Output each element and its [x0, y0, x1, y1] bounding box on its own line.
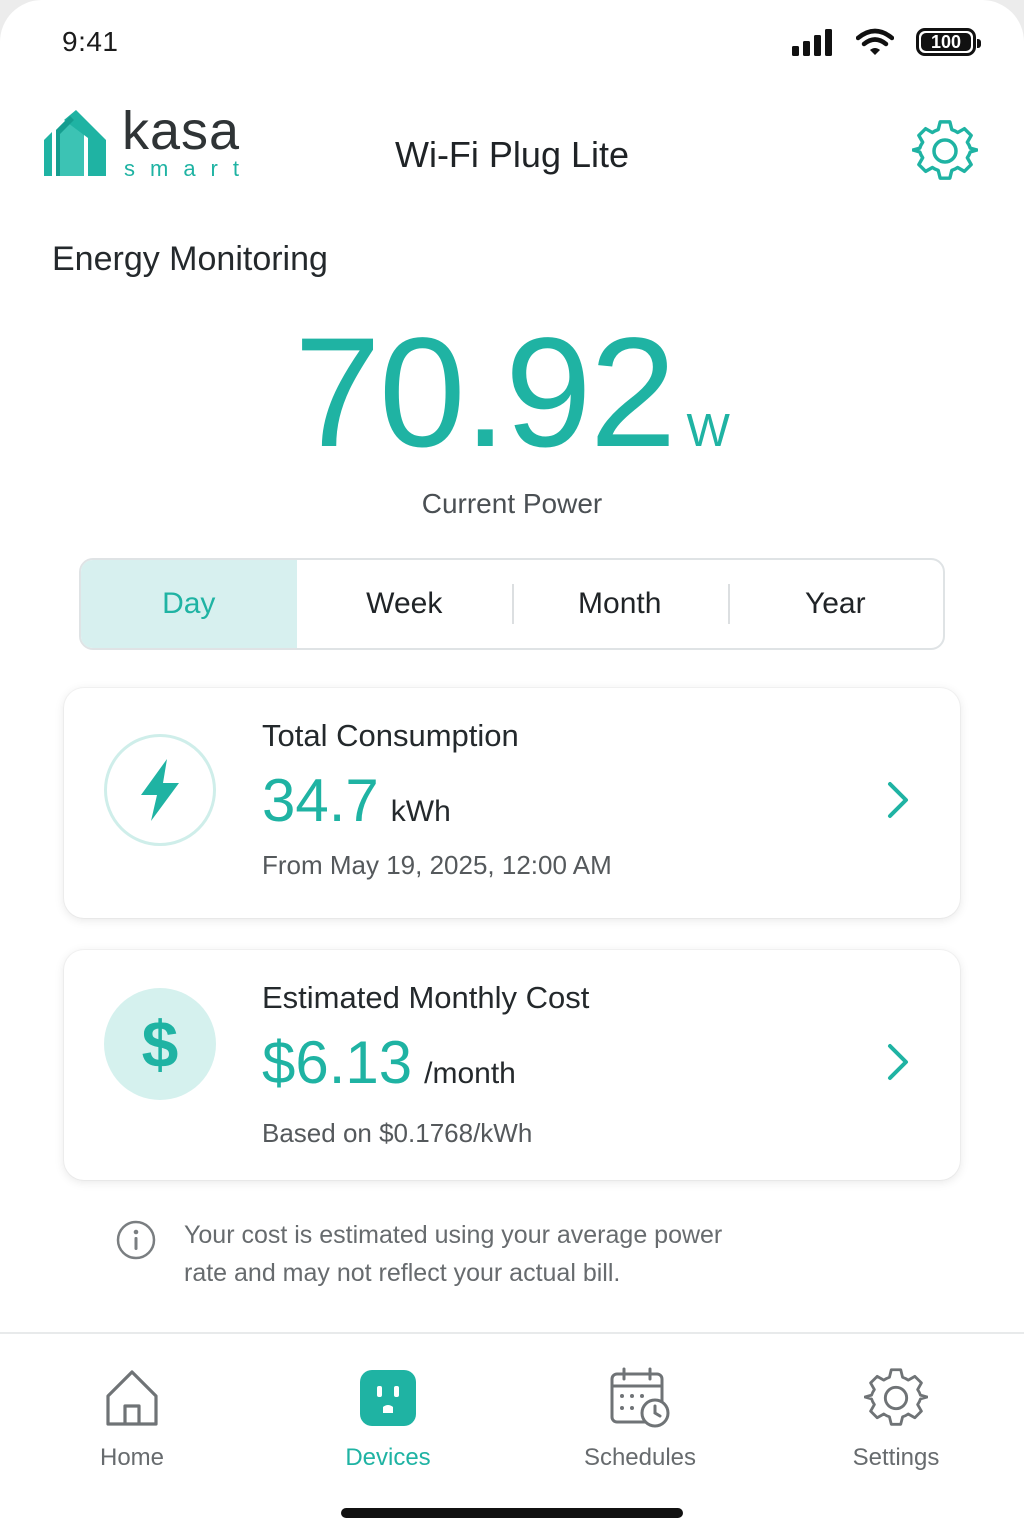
consumption-body: Total Consumption 34.7 kWh From May 19, …	[262, 718, 612, 881]
consumption-since: From May 19, 2025, 12:00 AM	[262, 850, 612, 880]
period-selector: Day Week Month Year	[79, 558, 945, 650]
power-value: 70.92	[294, 306, 676, 480]
calendar-clock-icon	[610, 1367, 670, 1428]
lightning-icon	[141, 759, 179, 821]
cost-unit: /month	[424, 1057, 516, 1090]
wifi-icon	[856, 28, 894, 55]
tab-schedules-label: Schedules	[583, 1444, 697, 1471]
cost-body: Estimated Monthly Cost $6.13 /month Base…	[262, 980, 589, 1149]
tab-home[interactable]: Home	[32, 1366, 232, 1472]
total-consumption-card[interactable]: Total Consumption 34.7 kWh From May 19, …	[64, 688, 960, 918]
status-icons: 100	[792, 28, 981, 56]
consumption-icon-circle	[104, 734, 216, 846]
monthly-cost-card[interactable]: $ Estimated Monthly Cost $6.13 /month Ba…	[64, 950, 960, 1180]
tab-settings-label: Settings	[852, 1444, 940, 1471]
dollar-icon: $	[104, 988, 216, 1100]
section-title: Energy Monitoring	[52, 240, 328, 278]
period-tab-month[interactable]: Month	[512, 560, 728, 648]
bottom-tab-bar: Home Devices Schedules Settings	[0, 1332, 1024, 1536]
device-settings-gear-icon[interactable]	[912, 118, 978, 184]
home-indicator[interactable]	[341, 1508, 683, 1518]
power-label: Current Power	[421, 488, 603, 519]
tab-devices[interactable]: Devices	[288, 1366, 488, 1472]
battery-icon: 100	[916, 28, 981, 56]
battery-cap	[977, 39, 981, 48]
cost-value-row: $6.13 /month	[262, 1032, 589, 1094]
cost-rate: Based on $0.1768/kWh	[262, 1118, 533, 1148]
tab-schedules[interactable]: Schedules	[540, 1366, 740, 1472]
chevron-right-icon[interactable]	[880, 1040, 916, 1084]
app-header: kasa smart Wi-Fi Plug Lite	[0, 100, 1024, 210]
tab-devices-label: Devices	[345, 1444, 431, 1471]
status-bar: 9:41 100	[0, 0, 1024, 90]
tab-settings[interactable]: Settings	[796, 1366, 996, 1472]
disclaimer-line-2: rate and may not reflect your actual bil…	[184, 1259, 621, 1287]
battery-level: 100	[921, 33, 971, 51]
info-icon	[116, 1220, 156, 1260]
current-power-reading: 70.92 W	[0, 315, 1024, 471]
consumption-value: 34.7	[262, 767, 379, 834]
disclaimer-text: Your cost is estimated using your averag…	[184, 1216, 722, 1292]
plug-icon	[360, 1370, 416, 1426]
period-tab-week[interactable]: Week	[297, 560, 513, 648]
chevron-right-icon[interactable]	[880, 778, 916, 822]
consumption-title: Total Consumption	[262, 718, 519, 753]
period-tab-day[interactable]: Day	[81, 560, 297, 648]
period-tab-year[interactable]: Year	[727, 560, 944, 648]
disclaimer-line-1: Your cost is estimated using your averag…	[184, 1221, 723, 1249]
house-icon	[106, 1370, 158, 1426]
status-time: 9:41	[62, 26, 119, 57]
consumption-value-row: 34.7 kWh	[262, 770, 612, 832]
cost-value: $6.13	[262, 1029, 413, 1096]
consumption-unit: kWh	[390, 795, 451, 828]
cost-title: Estimated Monthly Cost	[262, 980, 590, 1015]
device-title: Wi-Fi Plug Lite	[394, 134, 630, 175]
power-unit: W	[686, 404, 730, 456]
tab-home-label: Home	[99, 1444, 165, 1471]
cost-disclaimer: Your cost is estimated using your averag…	[116, 1216, 876, 1292]
phone-screen: 9:41 100 kasa smart Wi-Fi Plug Lite Ener…	[0, 0, 1024, 1536]
gear-icon	[864, 1368, 928, 1426]
cellular-signal-icon	[792, 29, 832, 56]
